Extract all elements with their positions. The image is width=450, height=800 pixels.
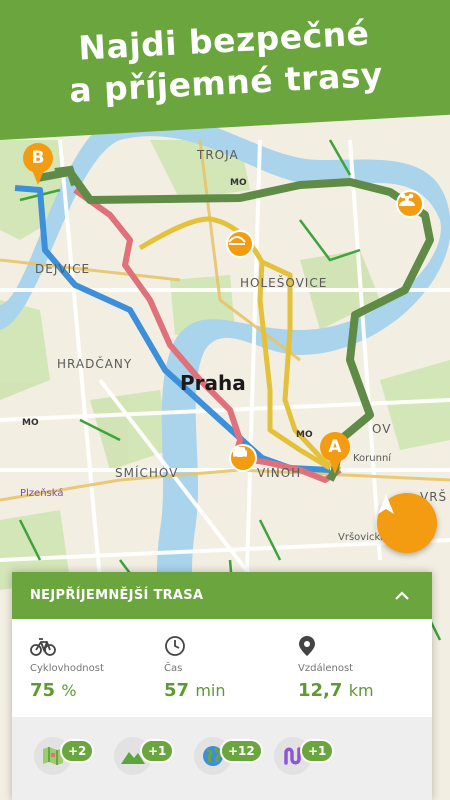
district-label-troja: TROJA <box>197 148 239 162</box>
badge-count: +1 <box>140 739 175 763</box>
location-pin-icon <box>298 635 432 657</box>
clock-icon <box>164 635 298 657</box>
badge-count: +2 <box>60 739 95 763</box>
stat-label: Vzdálenost <box>298 663 354 674</box>
route-type-title: NEJPŘÍJEMNĚJŠÍ TRASA <box>30 588 204 603</box>
stat-distance: Vzdálenost 12,7 km <box>298 635 432 715</box>
bicycle-icon <box>30 635 164 657</box>
car-poi-icon[interactable] <box>229 444 257 472</box>
badge-terrain[interactable]: +1 <box>114 737 194 781</box>
route-stats: Cyklovhodnost 75 % Čas 57 min Vzdálenost… <box>12 619 432 715</box>
district-label-vinohrady: VINOH <box>257 466 302 480</box>
stat-value: 57 min <box>164 680 298 701</box>
destination-pin-b[interactable]: B <box>21 143 55 187</box>
stat-unit: min <box>195 681 226 700</box>
street-label-plzenska: Plzeňská <box>20 488 64 499</box>
badge-route[interactable]: +1 <box>274 737 354 781</box>
city-label-praha: Praha <box>180 371 246 395</box>
stat-number: 57 <box>164 680 190 701</box>
district-label-dejvice: DEJVICE <box>35 262 91 276</box>
district-label-smichov: SMÍCHOV <box>115 466 179 480</box>
promo-title: Najdi bezpečné a příjemné trasy <box>0 8 450 115</box>
pin-label: B <box>23 143 53 173</box>
stat-value: 12,7 km <box>298 680 432 701</box>
road-label-mo-west: MO <box>22 418 39 428</box>
badge-environment[interactable]: +12 <box>194 737 274 781</box>
road-label-mo: MO <box>230 178 247 188</box>
bridge-poi-icon[interactable] <box>226 230 254 258</box>
badge-count: +12 <box>220 739 263 763</box>
group-poi-icon[interactable] <box>396 190 424 218</box>
stat-number: 75 <box>30 680 56 701</box>
street-label-korunni: Korunní <box>353 453 392 464</box>
chevron-up-icon[interactable] <box>390 584 414 608</box>
stat-value: 75 % <box>30 680 164 701</box>
district-label-hradcany: HRADČANY <box>57 357 133 371</box>
stat-unit: % <box>61 681 77 700</box>
stat-time: Čas 57 min <box>164 635 298 715</box>
route-summary-card: NEJPŘÍJEMNĚJŠÍ TRASA Cyklovhodnost 75 % … <box>12 572 432 800</box>
stat-number: 12,7 <box>298 680 343 701</box>
stat-label: Cyklovhodnost <box>30 663 104 674</box>
district-label-holesovice: HOLEŠOVICE <box>240 276 328 290</box>
stat-unit: km <box>348 681 374 700</box>
badge-count: +1 <box>300 739 335 763</box>
route-badges: +2 +1 +12 +1 <box>12 717 432 800</box>
navigation-arrow-icon <box>378 494 394 514</box>
stat-label: Čas <box>164 663 183 674</box>
district-label-partial: OV <box>372 422 392 436</box>
badge-surface[interactable]: +2 <box>34 737 114 781</box>
navigate-button[interactable] <box>377 493 437 553</box>
road-label-mo-east: MO <box>296 430 313 440</box>
pin-label: A <box>320 432 350 462</box>
start-pin-a[interactable]: A <box>318 432 352 476</box>
stat-bikeability: Cyklovhodnost 75 % <box>30 635 164 715</box>
route-card-header[interactable]: NEJPŘÍJEMNĚJŠÍ TRASA <box>12 572 432 619</box>
